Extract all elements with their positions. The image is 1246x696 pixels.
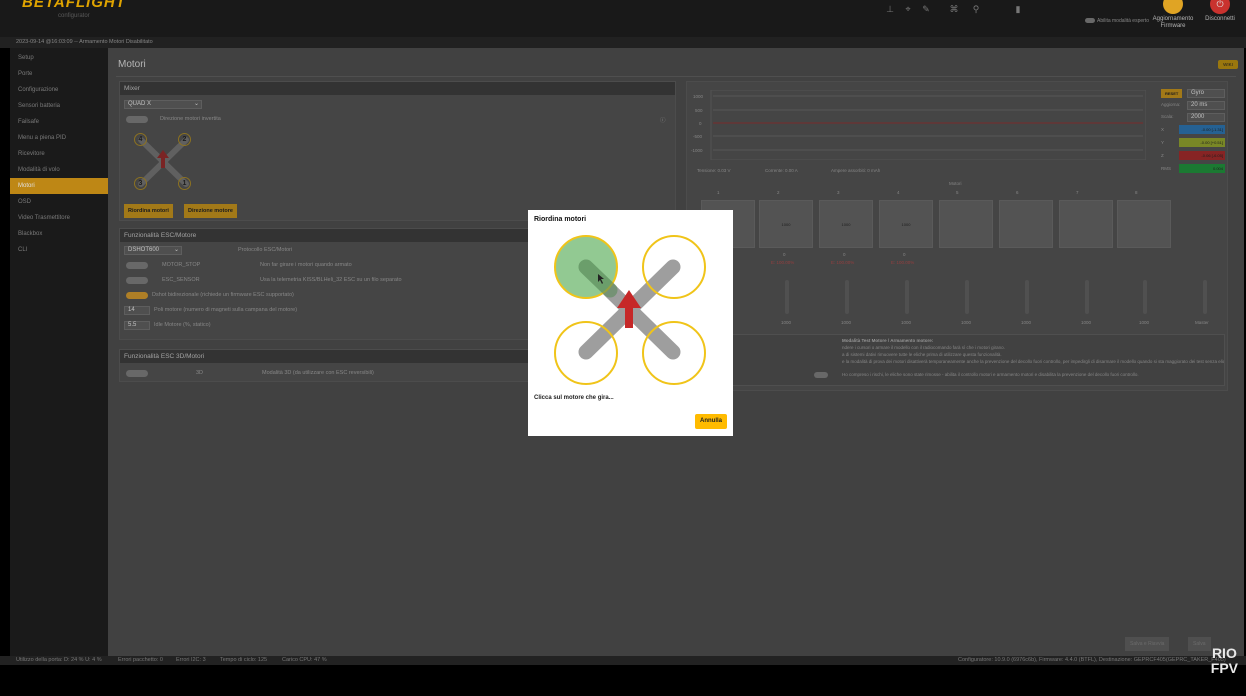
motor-order-diagram bbox=[578, 259, 681, 360]
watermark-line-1: RIO bbox=[1211, 645, 1237, 661]
channel-watermark: RIO FPV bbox=[1211, 646, 1238, 676]
dialog-instruction: Clicca sul motore che gira... bbox=[534, 395, 614, 401]
watermark-line-2: FPV bbox=[1210, 660, 1238, 676]
app-window: BETAFLIGHT configurator ⊥ ⌖ ✎ ⌘ ⚲ ▮ Abil… bbox=[0, 0, 1246, 696]
reorder-motors-dialog: Riordina motori Clicca sul motore che gi… bbox=[528, 210, 733, 436]
cancel-button[interactable]: Annulla bbox=[695, 414, 727, 429]
